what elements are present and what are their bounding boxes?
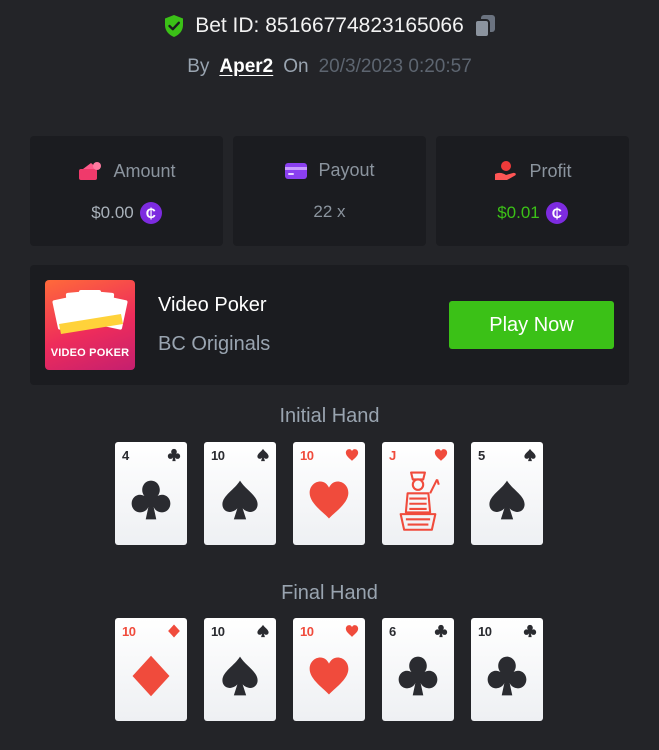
on-label: On (283, 56, 309, 77)
stat-title: Amount (113, 160, 176, 181)
card-rank: 10 (300, 624, 314, 639)
playing-card: 5 (471, 442, 543, 545)
heart-small-icon (434, 449, 448, 461)
card-rank: 10 (478, 624, 492, 639)
card-rank: 6 (389, 624, 396, 639)
playing-card: 10 (471, 618, 543, 721)
initial-hand-title: Initial Hand (279, 405, 380, 427)
playing-card: 10 (204, 442, 276, 545)
spade-small-icon (524, 448, 536, 462)
spade-icon (222, 480, 258, 520)
by-label: By (187, 56, 210, 77)
spade-icon (222, 656, 258, 696)
playing-card: 10 (293, 442, 365, 545)
verified-shield-icon (165, 15, 184, 37)
coin-icon: ₵ (545, 202, 568, 224)
playing-card: 10 (115, 618, 187, 721)
card-rank: 10 (211, 448, 225, 463)
game-title: Video Poker (158, 294, 267, 316)
diamond-icon (132, 655, 170, 696)
poker-cards-art (52, 290, 128, 334)
play-now-button[interactable]: Play Now (449, 301, 614, 349)
club-small-icon (167, 448, 181, 462)
heart-small-icon (345, 449, 359, 461)
club-small-icon (523, 624, 537, 638)
card-rank: 10 (122, 624, 136, 639)
club-icon (398, 656, 438, 696)
amount-icon (79, 162, 102, 180)
playing-card: 4 (115, 442, 187, 545)
spade-small-icon (257, 448, 269, 462)
spade-icon (489, 480, 525, 520)
club-small-icon (434, 624, 448, 638)
spade-small-icon (257, 624, 269, 638)
jack-figure-icon (399, 471, 440, 531)
bet-meta: By Aper2 On 20/3/2023 0:20:57 (0, 56, 659, 78)
copy-icon[interactable] (473, 14, 496, 38)
profit-icon (495, 161, 517, 180)
card-rank: 4 (122, 448, 129, 463)
game-provider: BC Originals (158, 333, 271, 355)
stat-title: Profit (529, 160, 572, 181)
game-card: VIDEO POKER Video Poker BC Originals Pla… (30, 265, 629, 385)
final-hand: 10 10 10 6 10 (0, 618, 659, 723)
card-rank: 5 (478, 448, 485, 463)
playing-card: 6 (382, 618, 454, 721)
stat-value: $0.01 (497, 203, 540, 222)
stat-payout: Payout 22 x (233, 136, 426, 246)
payout-icon (285, 162, 308, 179)
username-link[interactable]: Aper2 (219, 56, 273, 78)
card-rank: J (389, 448, 396, 463)
club-icon (131, 480, 171, 520)
video-poker-thumbnail[interactable]: VIDEO POKER (45, 280, 135, 370)
final-hand-title: Final Hand (281, 582, 378, 604)
coin-icon: ₵ (139, 202, 162, 224)
bet-header: Bet ID: 85166774823165066 (0, 14, 659, 38)
diamond-small-icon (168, 624, 180, 638)
playing-card: J (382, 442, 454, 545)
thumbnail-label: VIDEO POKER (50, 347, 130, 359)
stat-amount: Amount $0.00 ₵ (30, 136, 223, 246)
heart-small-icon (345, 625, 359, 637)
card-rank: 10 (300, 448, 314, 463)
initial-hand: 4 10 10 J 5 (0, 442, 659, 547)
heart-icon (309, 481, 349, 519)
bet-id: Bet ID: 85166774823165066 (195, 14, 464, 37)
stat-value: $0.00 (91, 203, 134, 222)
club-icon (487, 656, 527, 696)
heart-icon (309, 657, 349, 695)
bet-date: 20/3/2023 0:20:57 (318, 56, 472, 77)
stat-title: Payout (318, 160, 375, 180)
stat-value: 22 x (313, 202, 346, 221)
card-rank: 10 (211, 624, 225, 639)
playing-card: 10 (204, 618, 276, 721)
playing-card: 10 (293, 618, 365, 721)
stat-profit: Profit $0.01 ₵ (436, 136, 629, 246)
